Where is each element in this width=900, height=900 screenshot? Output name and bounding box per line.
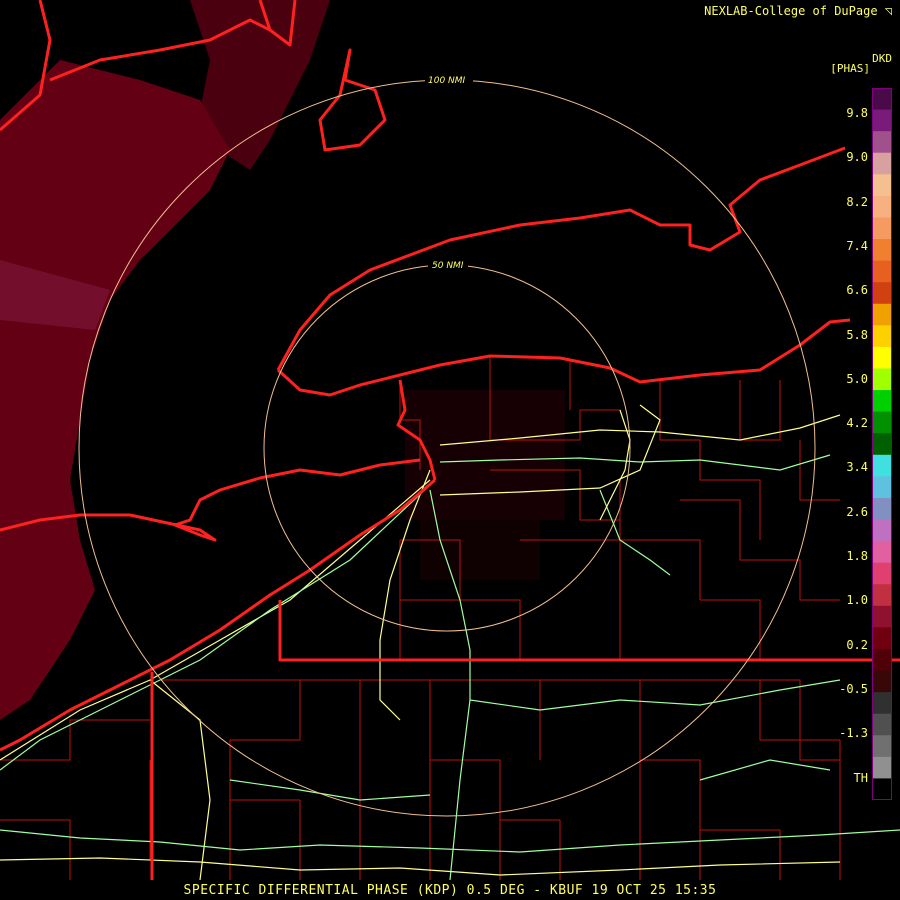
legend-swatch (872, 584, 892, 607)
legend-swatch (872, 346, 892, 369)
legend-product-code: DKD (872, 52, 892, 65)
legend-tick-label: 8.2 (846, 194, 868, 209)
legend-swatch (872, 325, 892, 348)
nexlab-credit[interactable]: NEXLAB-College of DuPage ◹ (704, 4, 892, 18)
legend-tick-label: 9.0 (846, 150, 868, 165)
legend-tick-label: 9.8 (846, 106, 868, 120)
legend-tick-label: 6.6 (846, 283, 868, 298)
legend-swatch (872, 195, 892, 218)
legend-tick-label: TH (853, 770, 868, 785)
legend-swatch (872, 497, 892, 521)
legend-tick-label: 1.8 (846, 549, 868, 563)
legend-tick-label: 4.2 (846, 416, 868, 431)
legend-swatch (872, 648, 892, 672)
legend-tick-label: 3.4 (846, 460, 868, 475)
legend-tick-label: 1.0 (846, 593, 868, 608)
legend-swatch (872, 217, 892, 240)
product-caption: SPECIFIC DIFFERENTIAL PHASE (KDP) 0.5 DE… (183, 883, 717, 898)
legend-unit: [PHAS] (830, 62, 870, 75)
legend-tick-label: -0.5 (839, 681, 868, 696)
legend-swatch (872, 433, 892, 456)
legend-tick-label: 5.8 (846, 327, 868, 342)
radar-map: 50 NMI 100 NMI (0, 0, 900, 881)
legend-tick-label: -1.3 (839, 726, 868, 741)
legend-swatch (872, 260, 892, 283)
legend-swatch (872, 282, 892, 305)
legend-swatch (872, 174, 892, 197)
legend-swatch (872, 88, 892, 111)
legend-tick-label: 2.6 (846, 504, 868, 519)
legend-tick-label: 5.0 (846, 371, 868, 386)
legend-tick-label: 0.2 (846, 637, 868, 652)
ny-pa-border (278, 600, 900, 662)
legend-swatch (872, 756, 892, 779)
legend-swatch (872, 778, 892, 800)
lake-ontario-shore-north (276, 146, 846, 371)
legend-swatch (872, 131, 892, 154)
range-ring-50-label: 50 NMI (432, 261, 464, 271)
legend-swatch (872, 109, 892, 132)
legend-swatch (872, 411, 892, 434)
legend-swatch (872, 152, 892, 175)
legend-swatch (872, 605, 892, 628)
legend-swatch (872, 713, 892, 736)
legend-swatch (872, 562, 892, 585)
legend-tick-label: 7.4 (846, 238, 868, 253)
legend-swatch (872, 476, 892, 499)
legend-swatch (872, 519, 892, 542)
legend-swatch (872, 303, 892, 326)
legend-swatch (872, 541, 892, 564)
lake-ontario-shore-south (276, 318, 851, 397)
legend-swatch (872, 735, 892, 758)
color-legend-bar (872, 88, 892, 800)
legend-swatch (872, 368, 892, 391)
range-ring-100-label: 100 NMI (428, 76, 466, 86)
legend-swatch (872, 454, 892, 477)
legend-swatch (872, 692, 892, 715)
legend-swatch (872, 390, 892, 413)
county-borders (0, 355, 841, 880)
radar-echo-west (0, 60, 230, 720)
simcoe-lake (318, 48, 387, 152)
legend-swatch (872, 670, 892, 693)
legend-swatch (872, 627, 892, 650)
legend-swatch (872, 239, 892, 262)
